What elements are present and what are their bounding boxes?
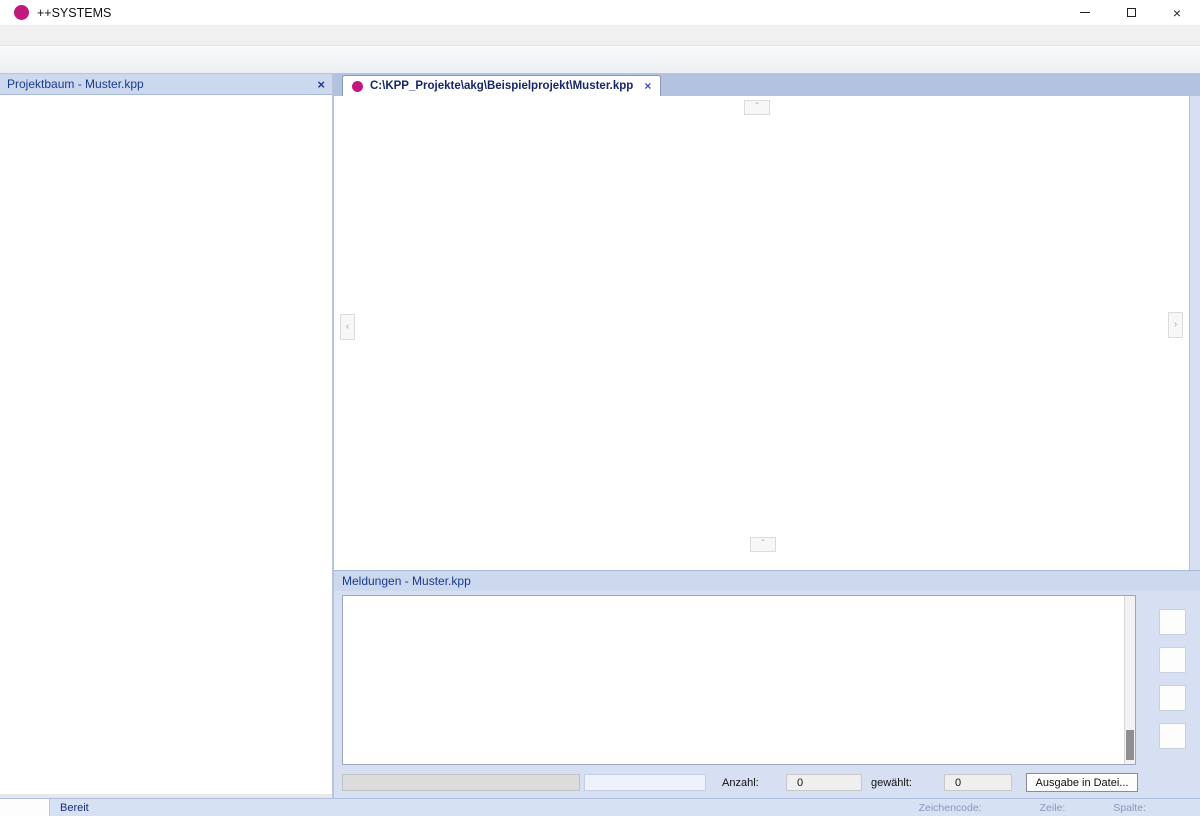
- messages-panel: Anzahl: 0 gewählt: 0 Ausgabe in Datei...: [334, 591, 1200, 798]
- main-area: Projektbaum - Muster.kpp × C:\KPP_Projek…: [0, 74, 1200, 798]
- project-tree-panel: Projektbaum - Muster.kpp ×: [0, 74, 334, 798]
- line-label: Zeile:: [1040, 802, 1066, 814]
- tab-title: C:\KPP_Projekte\akg\Beispielprojekt\Must…: [370, 80, 633, 92]
- project-tree-title: Projektbaum - Muster.kpp: [7, 77, 144, 91]
- network-map-canvas[interactable]: ˆ ‹ › ˇ: [334, 96, 1190, 570]
- edit-message-button[interactable]: [1159, 685, 1186, 711]
- status-field: [584, 774, 706, 791]
- tab-muster-kpp[interactable]: C:\KPP_Projekte\akg\Beispielprojekt\Must…: [342, 75, 661, 96]
- window-controls: ×: [1062, 0, 1200, 25]
- mark-teal-nodes-button[interactable]: [1159, 647, 1186, 673]
- window-title: ++SYSTEMS: [37, 6, 111, 20]
- clear-messages-button[interactable]: [1159, 723, 1186, 749]
- minimize-icon: [1080, 12, 1090, 13]
- messages-title: Meldungen - Muster.kpp: [342, 574, 471, 588]
- title-bar: ++SYSTEMS ×: [0, 0, 1200, 26]
- tab-bar: C:\KPP_Projekte\akg\Beispielprojekt\Must…: [334, 74, 1200, 96]
- maximize-icon: [1127, 8, 1136, 17]
- menu-bar: [0, 26, 1200, 46]
- charcode-label: Zeichencode:: [919, 802, 982, 814]
- toolbar: [0, 46, 1200, 74]
- project-tree-header: Projektbaum - Muster.kpp ×: [0, 74, 332, 95]
- pan-up-button[interactable]: ˆ: [744, 100, 770, 115]
- log-scrollbar[interactable]: [1124, 596, 1135, 764]
- status-bar: Bereit Zeichencode: Zeile: Spalte:: [0, 798, 1200, 816]
- pan-right-button[interactable]: ›: [1168, 312, 1183, 338]
- document-area: C:\KPP_Projekte\akg\Beispielprojekt\Must…: [334, 74, 1200, 798]
- log-scrollbar-thumb[interactable]: [1126, 730, 1134, 760]
- gewaehlt-value: 0: [944, 774, 1012, 791]
- messages-header: Meldungen - Muster.kpp: [334, 570, 1200, 591]
- tandler-logo: [0, 799, 50, 816]
- app-logo-icon: [14, 5, 29, 20]
- column-label: Spalte:: [1113, 802, 1146, 814]
- progress-bar: [342, 774, 580, 791]
- tab-close-icon[interactable]: ×: [644, 79, 651, 93]
- minimize-button[interactable]: [1062, 0, 1108, 25]
- close-icon: ×: [1173, 6, 1181, 20]
- anzahl-value: 0: [786, 774, 862, 791]
- output-to-file-button[interactable]: Ausgabe in Datei...: [1026, 773, 1138, 792]
- pan-down-button[interactable]: ˇ: [750, 537, 776, 552]
- close-button[interactable]: ×: [1154, 0, 1200, 25]
- tab-file-icon: [352, 81, 363, 92]
- mark-red-nodes-button[interactable]: [1159, 609, 1186, 635]
- message-log[interactable]: [342, 595, 1136, 765]
- status-ready: Bereit: [60, 802, 89, 814]
- gewaehlt-label: gewählt:: [871, 777, 912, 789]
- project-tree: [0, 95, 332, 798]
- anzahl-label: Anzahl:: [722, 777, 759, 789]
- panel-close-icon[interactable]: ×: [317, 78, 325, 91]
- map-area: ˆ ‹ › ˇ: [334, 96, 1200, 570]
- maximize-button[interactable]: [1108, 0, 1154, 25]
- pan-left-button[interactable]: ‹: [340, 314, 355, 340]
